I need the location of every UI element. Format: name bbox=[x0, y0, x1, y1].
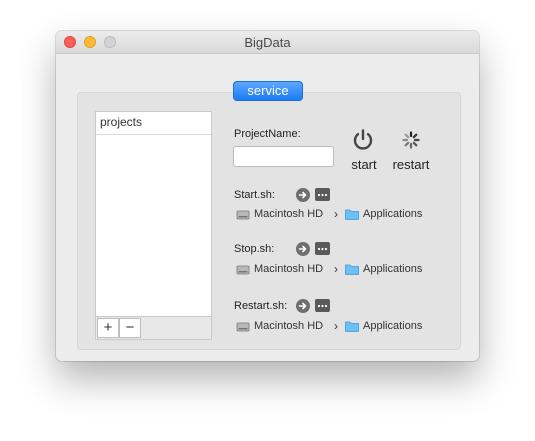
path-separator: › bbox=[334, 319, 338, 333]
stop-script-label: Stop.sh: bbox=[234, 243, 275, 255]
title-bar[interactable]: BigData bbox=[56, 31, 479, 54]
project-name-input[interactable] bbox=[233, 146, 334, 167]
remove-project-button[interactable]: − bbox=[119, 318, 141, 338]
folder-icon bbox=[345, 209, 359, 220]
start-script-path[interactable]: Macintosh HD › Applications bbox=[236, 207, 436, 223]
projects-list-footer: + − bbox=[95, 317, 212, 340]
project-name-label: ProjectName: bbox=[234, 128, 301, 140]
start-script-label: Start.sh: bbox=[234, 189, 275, 201]
power-icon[interactable] bbox=[351, 128, 375, 152]
path-disk-name: Macintosh HD bbox=[254, 208, 324, 220]
restart-script-label: Restart.sh: bbox=[234, 300, 288, 312]
projects-list[interactable]: projects bbox=[95, 111, 212, 317]
ellipsis-icon[interactable] bbox=[315, 299, 330, 317]
add-project-button[interactable]: + bbox=[97, 318, 119, 338]
path-separator: › bbox=[334, 262, 338, 276]
arrow-right-circle-icon[interactable] bbox=[296, 299, 310, 318]
main-window: BigData service projects + − ProjectName… bbox=[56, 31, 479, 361]
tab-service[interactable]: service bbox=[233, 81, 303, 101]
hard-drive-icon bbox=[236, 210, 250, 220]
path-folder-name: Applications bbox=[363, 208, 423, 220]
folder-icon bbox=[345, 321, 359, 332]
window-title: BigData bbox=[244, 35, 291, 50]
ellipsis-icon[interactable] bbox=[315, 188, 330, 206]
projects-column-header[interactable]: projects bbox=[96, 112, 211, 135]
spinner-icon[interactable] bbox=[402, 131, 420, 149]
hard-drive-icon bbox=[236, 265, 250, 275]
hard-drive-icon bbox=[236, 322, 250, 332]
folder-icon bbox=[345, 264, 359, 275]
path-folder-name: Applications bbox=[363, 320, 423, 332]
path-disk-name: Macintosh HD bbox=[254, 263, 324, 275]
path-separator: › bbox=[334, 207, 338, 221]
restart-script-path[interactable]: Macintosh HD › Applications bbox=[236, 319, 436, 335]
start-button-label[interactable]: start bbox=[343, 157, 385, 172]
arrow-right-circle-icon[interactable] bbox=[296, 188, 310, 207]
path-disk-name: Macintosh HD bbox=[254, 320, 324, 332]
path-folder-name: Applications bbox=[363, 263, 423, 275]
restart-button-label[interactable]: restart bbox=[386, 157, 436, 172]
arrow-right-circle-icon[interactable] bbox=[296, 242, 310, 261]
stop-script-path[interactable]: Macintosh HD › Applications bbox=[236, 262, 436, 278]
ellipsis-icon[interactable] bbox=[315, 242, 330, 260]
